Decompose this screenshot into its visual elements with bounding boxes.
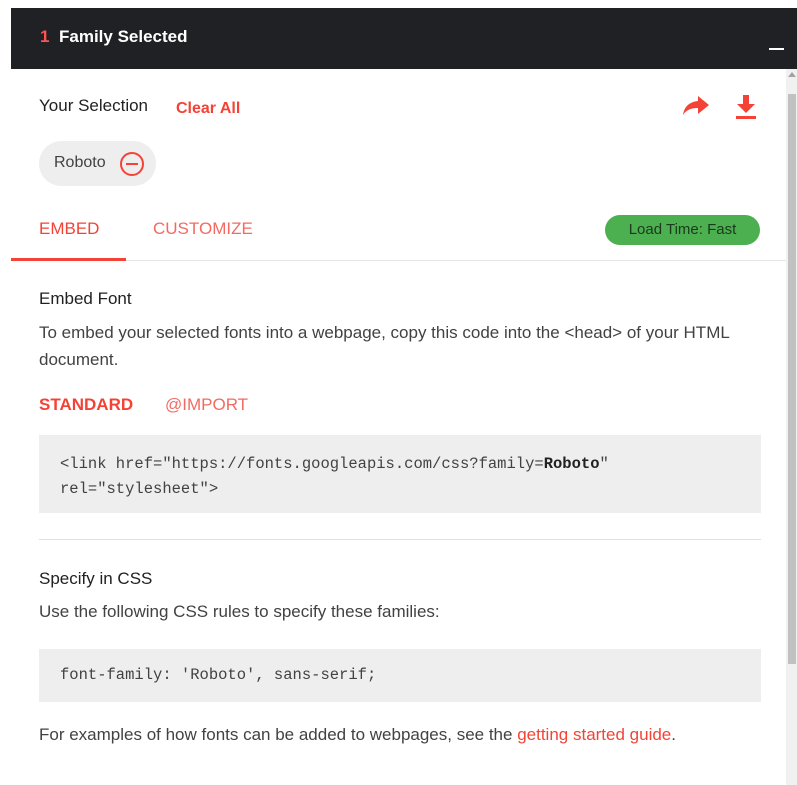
subtab-standard[interactable]: STANDARD	[39, 395, 133, 415]
specify-css-description: Use the following CSS rules to specify t…	[39, 602, 440, 621]
scrollbar-thumb[interactable]	[788, 94, 796, 664]
section-divider	[39, 539, 761, 540]
load-time-badge: Load Time: Fast	[605, 215, 760, 245]
your-selection-label: Your Selection	[39, 96, 149, 115]
subtab-import[interactable]: @IMPORT	[165, 395, 248, 415]
tabs-divider	[11, 260, 786, 261]
code-prefix: <link href="https://fonts.googleapis.com…	[60, 455, 544, 473]
embed-code-block[interactable]: <link href="https://fonts.googleapis.com…	[39, 435, 761, 513]
specify-css-heading: Specify in CSS	[39, 569, 153, 588]
drawer-header[interactable]: 1 Family Selected	[11, 8, 797, 69]
active-tab-indicator	[11, 258, 126, 261]
tab-embed[interactable]: EMBED	[39, 219, 99, 239]
family-count: 1	[40, 27, 50, 46]
embed-font-description: To embed your selected fonts into a webp…	[39, 323, 730, 369]
drawer-title: Family Selected	[59, 27, 188, 46]
css-code-block[interactable]: font-family: 'Roboto', sans-serif;	[39, 649, 761, 702]
font-chip-roboto: Roboto	[39, 141, 156, 186]
footer-text-main: For examples of how fonts can be added t…	[39, 725, 518, 744]
chip-label: Roboto	[54, 154, 106, 171]
remove-circle-icon[interactable]	[119, 151, 145, 177]
getting-started-link[interactable]: getting started guide	[517, 725, 671, 744]
embed-font-heading: Embed Font	[39, 289, 132, 308]
code-family: Roboto	[543, 455, 600, 473]
footer-text: For examples of how fonts can be added t…	[39, 725, 676, 745]
share-icon[interactable]	[682, 94, 710, 118]
download-icon[interactable]	[735, 94, 757, 120]
tab-customize[interactable]: CUSTOMIZE	[153, 219, 253, 239]
scroll-up-arrow-icon[interactable]	[788, 72, 796, 77]
selection-drawer: 1 Family Selected Your Selection Clear A…	[11, 8, 797, 785]
clear-all-button[interactable]: Clear All	[176, 100, 240, 118]
footer-text-end: .	[671, 725, 676, 744]
minimize-icon[interactable]	[769, 48, 784, 50]
